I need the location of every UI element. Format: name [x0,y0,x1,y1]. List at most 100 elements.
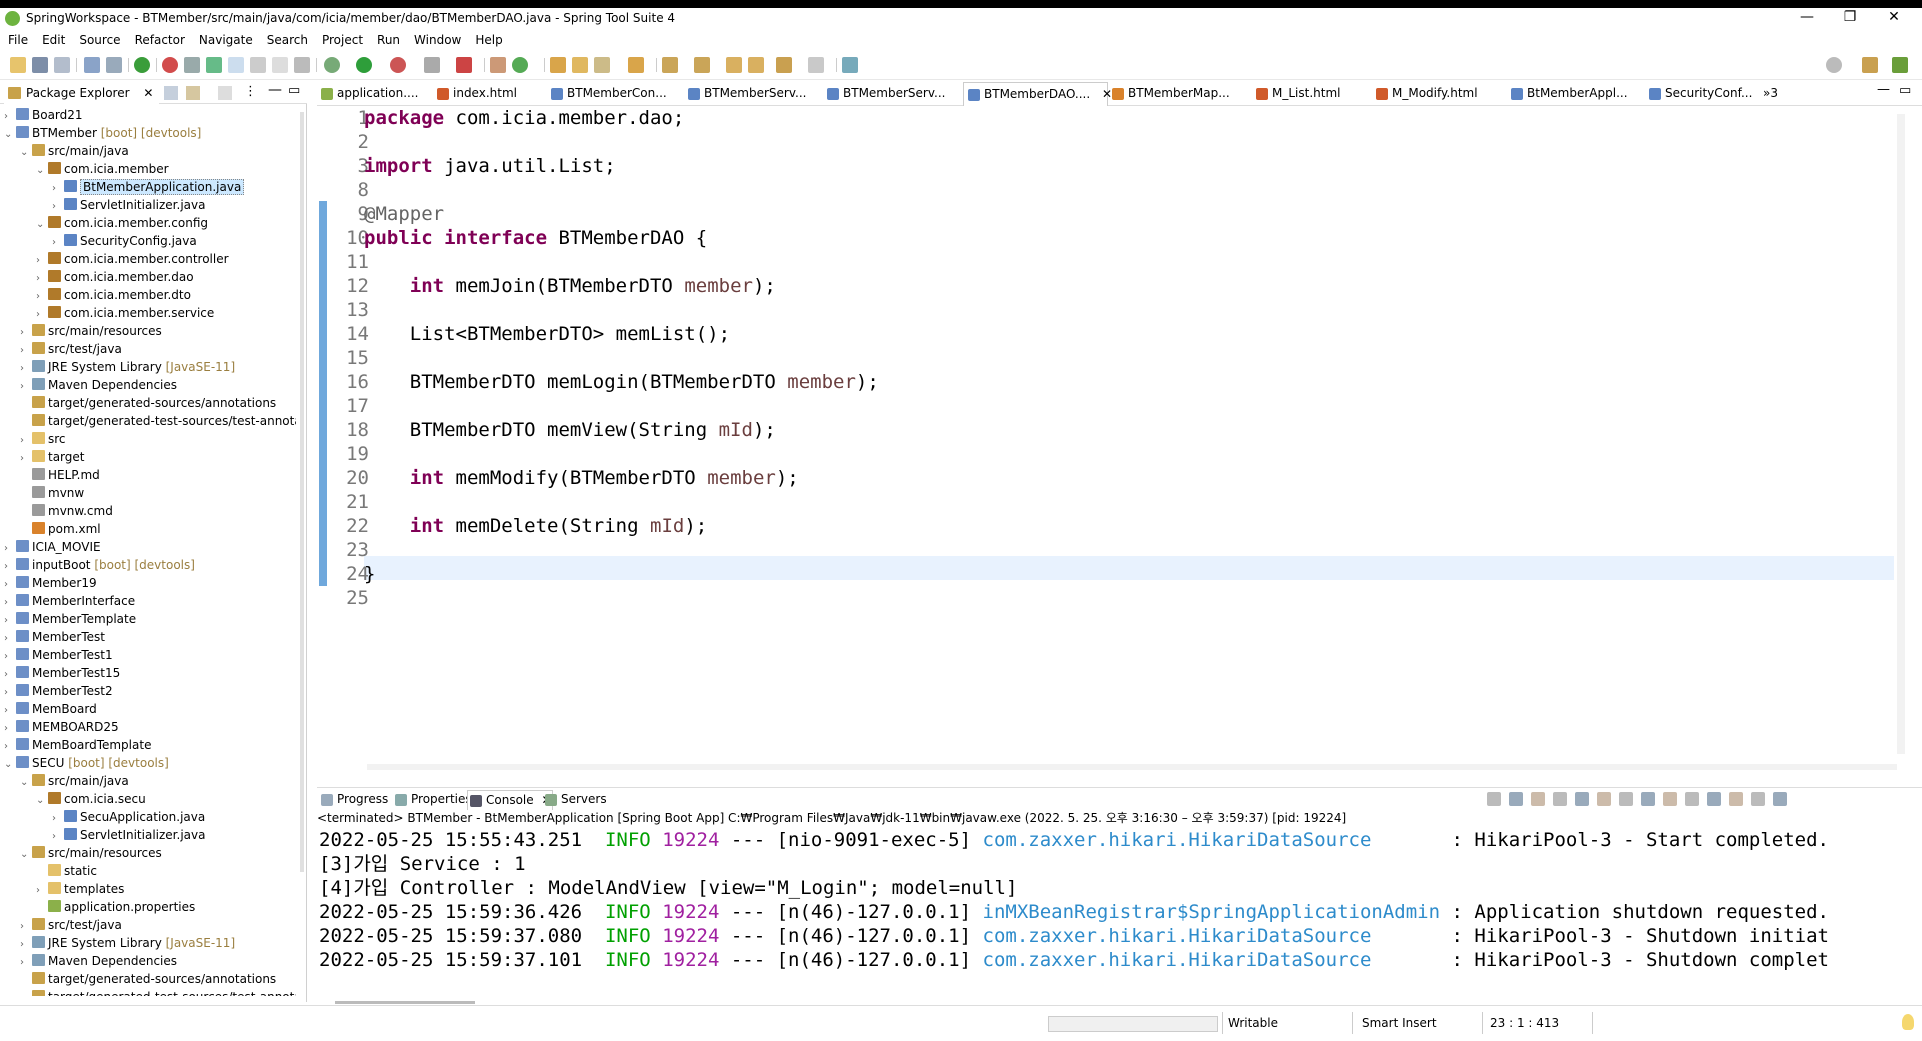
coverage-icon[interactable] [390,57,406,73]
console-class-link[interactable]: com.zaxxer.hikari.HikariDataSource [983,829,1441,851]
console-toolbar-icon[interactable] [1729,792,1743,806]
tree-item[interactable]: › Board21 [4,106,83,124]
java-editor[interactable]: 1 2 3 8 9 10 11 12 13 14 15 16 17 18 19 20 21 22 23 24 25 pa… [317,106,1922,777]
console-toolbar-icon[interactable] [1751,792,1765,806]
tree-item[interactable]: › MemBoard [4,700,97,718]
tree-item[interactable]: › com.icia.member.service [36,304,214,322]
tree-item[interactable]: › SecurityConfig.java [52,232,197,250]
console-toolbar-icon[interactable] [1707,792,1721,806]
collapse-all-icon[interactable] [164,86,178,100]
tree-item[interactable]: ⌄ com.icia.member [36,160,169,178]
save-icon[interactable] [32,57,48,73]
tree-item[interactable]: mvnw.cmd [20,502,113,520]
tree-item[interactable]: target/generated-test-sources/test-annot… [20,412,296,430]
console-toolbar-icon[interactable] [1685,792,1699,806]
tree-item[interactable]: › MemberTest15 [4,664,120,682]
editor-tab[interactable]: SecurityConf... [1645,82,1773,106]
pin-editor-icon[interactable] [842,57,858,73]
close-view-icon[interactable]: ✕ [143,86,153,100]
search-icon-tb[interactable] [594,57,610,73]
tab-properties[interactable]: Properties [393,790,472,810]
minimize-button[interactable]: — [1787,9,1827,25]
tree-item[interactable]: › MemberTemplate [4,610,136,628]
tree-item[interactable]: › MemberTest1 [4,646,113,664]
tree-item[interactable]: ⌄ com.icia.secu [36,790,146,808]
tree-item[interactable]: › ServletInitializer.java [52,826,205,844]
tab-progress[interactable]: Progress [319,790,388,810]
console-output[interactable]: 2022-05-25 15:55:43.251 INFO 19224 --- [… [319,828,1919,988]
console-toolbar-icon[interactable] [1575,792,1589,806]
expanded-arrow-icon[interactable]: ⌄ [20,144,32,162]
prev-annotation-icon[interactable] [694,57,710,73]
open-task-icon[interactable] [628,57,644,73]
tree-item[interactable]: › MemberInterface [4,592,135,610]
console-toolbar-icon[interactable] [1641,792,1655,806]
package-explorer-scrollbar[interactable] [300,112,304,872]
filter-icon[interactable] [218,86,232,100]
maximize-editor-icon[interactable]: ▭ [1899,83,1911,98]
new-icon[interactable] [10,57,26,73]
console-toolbar-icon[interactable] [1773,792,1787,806]
editor-tab[interactable]: M_Modify.html [1372,82,1500,106]
editor-tab[interactable]: BtMemberAppl... [1507,82,1635,106]
editor-tab[interactable]: M_List.html [1252,82,1380,106]
menu-run[interactable]: Run [377,33,400,47]
mark-occurrences-icon[interactable] [228,57,244,73]
tree-item[interactable]: target/generated-sources/annotations [20,970,276,988]
tree-item[interactable]: application.properties [36,898,195,916]
toggle-icon[interactable] [250,57,266,73]
tree-item[interactable]: HELP.md [20,466,100,484]
debug-icon[interactable] [324,57,340,73]
tree-item[interactable]: ⌄ src/main/java [20,772,129,790]
tree-item[interactable]: › JRE System Library [JavaSE-11] [20,358,235,376]
console-toolbar-icon[interactable] [1487,792,1501,806]
last-edit-icon[interactable] [726,57,742,73]
skip-breakpoints-icon[interactable] [184,57,200,73]
tree-item[interactable]: › com.icia.member.dao [36,268,194,286]
open-resource-icon[interactable] [572,57,588,73]
tree-item[interactable]: › src/test/java [20,340,122,358]
highlight-icon[interactable] [206,57,222,73]
maximize-view-icon[interactable]: ▭ [288,83,300,98]
next-annotation-icon[interactable] [662,57,678,73]
new-java-project-icon[interactable] [490,57,506,73]
close-button[interactable]: ✕ [1874,9,1914,25]
run-icon[interactable] [356,57,372,73]
code-content[interactable]: package com.icia.member.dao; import java.… [364,106,1894,777]
editor-hscroll[interactable] [367,764,1897,770]
save-all-icon[interactable] [54,57,70,73]
tree-item[interactable]: › src [20,430,66,448]
expanded-arrow-icon[interactable]: ⌄ [20,774,32,792]
tree-item[interactable]: ⌄ src/main/java [20,142,129,160]
tree-item[interactable]: › com.icia.member.dto [36,286,191,304]
tree-item[interactable]: › ServletInitializer.java [52,196,205,214]
console-toolbar-icon[interactable] [1553,792,1567,806]
tree-item[interactable]: ⌄ src/main/resources [20,844,162,862]
maximize-button[interactable]: ❐ [1830,9,1870,25]
pilcrow-icon[interactable] [294,57,310,73]
console-class-link[interactable]: com.zaxxer.hikari.HikariDataSource [983,925,1441,947]
tree-item[interactable]: ⌄ SECU [boot] [devtools] [4,754,169,772]
menu-refactor[interactable]: Refactor [135,33,185,47]
menu-window[interactable]: Window [414,33,461,47]
tree-item[interactable]: › ICIA_MOVIE [4,538,101,556]
stop-icon[interactable] [162,57,178,73]
view-menu-icon[interactable]: ⋮ [244,84,257,99]
tree-item[interactable]: pom.xml [20,520,101,538]
console-hscroll[interactable] [335,1001,475,1004]
console-toolbar-icon[interactable] [1663,792,1677,806]
expanded-arrow-icon[interactable]: ⌄ [4,126,16,144]
tree-item[interactable]: mvnw [20,484,84,502]
terminal-icon[interactable] [84,57,100,73]
menu-project[interactable]: Project [322,33,363,47]
tree-item[interactable]: target/generated-test-sources/test-annot… [20,988,296,996]
tree-item[interactable]: › com.icia.member.controller [36,250,229,268]
back-icon[interactable] [776,57,792,73]
tree-item[interactable]: › BtMemberApplication.java [52,178,245,196]
spring-perspective-icon[interactable] [1892,57,1908,73]
tree-item[interactable]: › target [20,448,85,466]
editor-tab[interactable]: index.html [433,82,561,106]
menu-source[interactable]: Source [79,33,120,47]
menu-file[interactable]: File [8,33,28,47]
tree-item[interactable]: › Member19 [4,574,97,592]
